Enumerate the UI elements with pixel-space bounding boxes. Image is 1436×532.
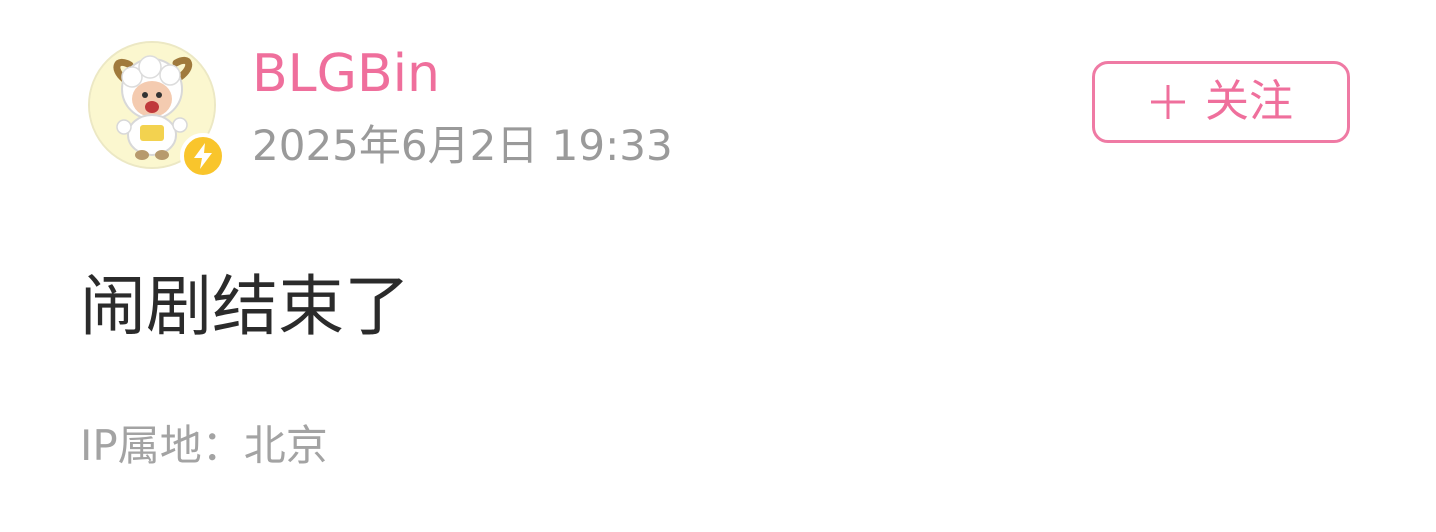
username[interactable]: BLGBin — [252, 44, 440, 104]
ip-location: IP属地：北京 — [80, 421, 328, 470]
weibo-post: BLGBin 2025年6月2日 19:33 关注 闹剧结束了 IP属地：北京 — [0, 0, 1436, 532]
follow-button[interactable]: 关注 — [1092, 61, 1350, 143]
plus-icon — [1149, 83, 1187, 121]
follow-label: 关注 — [1205, 76, 1293, 127]
lightning-icon — [194, 143, 212, 169]
post-timestamp: 2025年6月2日 19:33 — [252, 121, 673, 170]
post-content: 闹剧结束了 — [80, 268, 410, 345]
verified-badge — [180, 133, 226, 179]
avatar-container[interactable] — [88, 41, 226, 179]
